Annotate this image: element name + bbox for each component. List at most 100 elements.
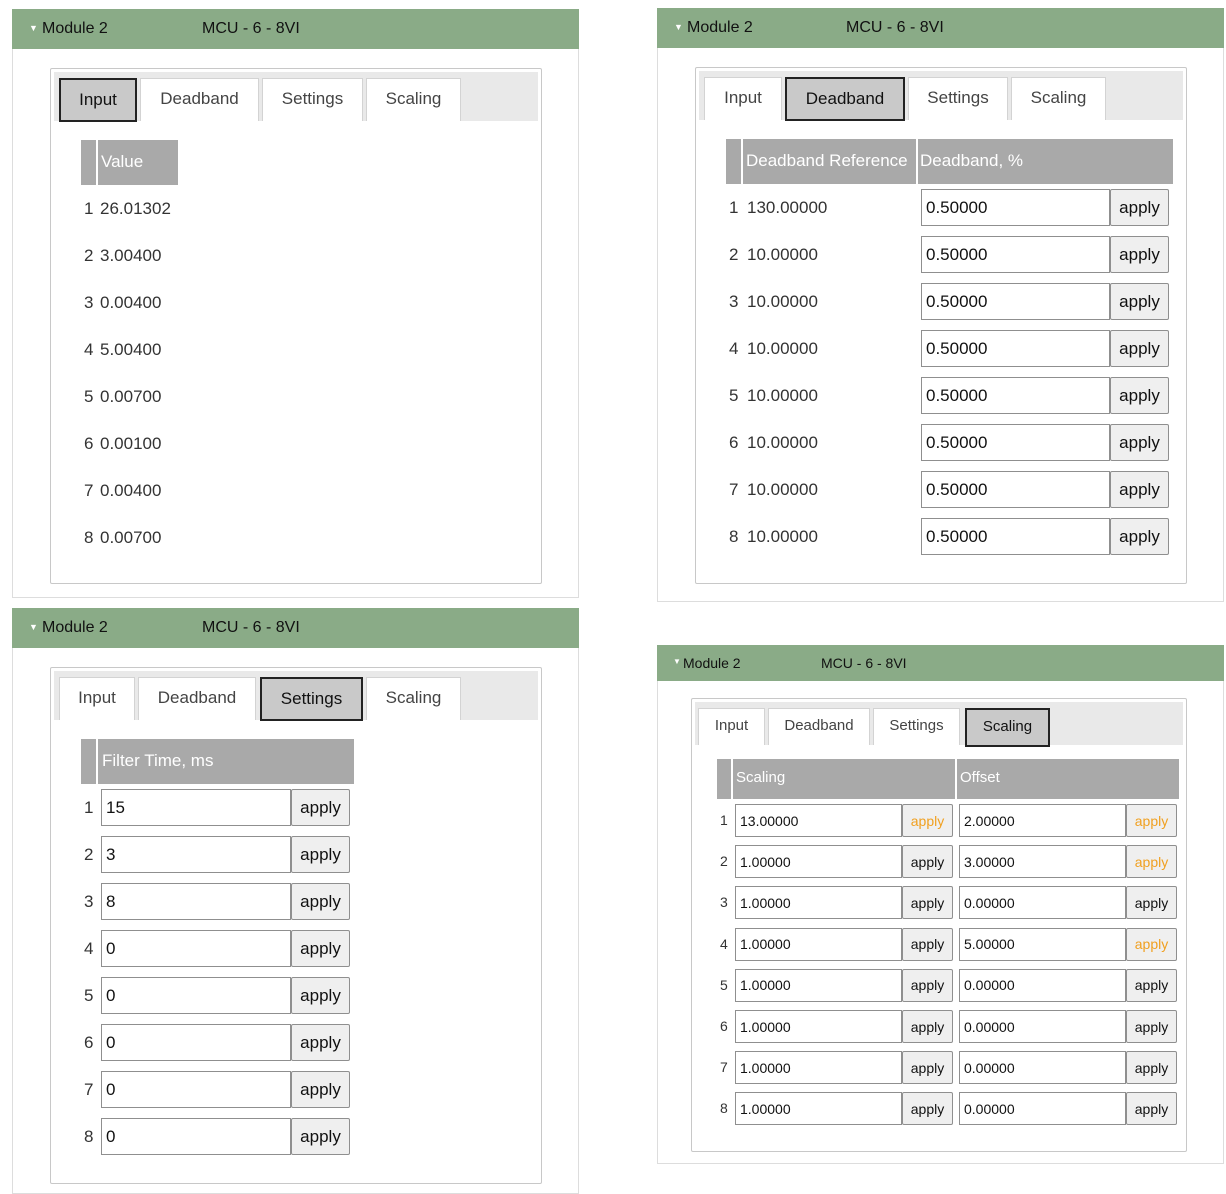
deadband-apply-button[interactable]: apply xyxy=(1110,330,1169,367)
deadband-percent-field[interactable] xyxy=(921,236,1110,273)
collapse-caret-icon[interactable]: ▼ xyxy=(29,622,38,632)
tab-deadband[interactable]: Deadband xyxy=(785,77,905,121)
deadband-reference-value: 10.00000 xyxy=(747,433,818,452)
tab-input[interactable]: Input xyxy=(698,708,765,745)
tab-scaling[interactable]: Scaling xyxy=(366,78,461,121)
tab-scaling[interactable]: Scaling xyxy=(965,708,1050,747)
scaling-apply-button[interactable]: apply xyxy=(902,1010,953,1043)
row-number: 1 xyxy=(84,199,94,218)
offset-apply-button[interactable]: apply xyxy=(1126,1051,1177,1085)
filter-time-apply-button[interactable]: apply xyxy=(291,1118,350,1155)
filter-time-apply-button[interactable]: apply xyxy=(291,1024,350,1061)
collapse-caret-icon[interactable]: ▼ xyxy=(673,657,681,666)
filter-time-field[interactable] xyxy=(101,1118,291,1155)
tab-input[interactable]: Input xyxy=(59,677,135,720)
module-settings-view: ▼ Module 2 MCU - 6 - 8VI Input Deadband … xyxy=(12,608,579,1194)
filter-time-apply-button[interactable]: apply xyxy=(291,836,350,873)
scaling-apply-button[interactable]: apply xyxy=(902,968,953,1002)
filter-time-field[interactable] xyxy=(101,930,291,967)
row-number: 2 xyxy=(729,245,739,264)
module-name: Module 2 xyxy=(42,619,108,636)
filter-time-apply-button[interactable]: apply xyxy=(291,977,350,1014)
module-header[interactable]: ▼ Module 2 MCU - 6 - 8VI xyxy=(657,645,1224,681)
offset-apply-button[interactable]: apply xyxy=(1126,927,1177,961)
deadband-apply-button[interactable]: apply xyxy=(1110,471,1169,508)
scaling-apply-button[interactable]: apply xyxy=(902,845,953,879)
offset-field[interactable] xyxy=(959,968,1126,1002)
collapse-caret-icon[interactable]: ▼ xyxy=(674,22,683,32)
offset-field[interactable] xyxy=(959,1092,1126,1126)
deadband-reference-header: Deadband Reference xyxy=(743,139,916,184)
scaling-field[interactable] xyxy=(735,1010,902,1043)
tab-deadband[interactable]: Deadband xyxy=(138,677,256,720)
deadband-apply-button[interactable]: apply xyxy=(1110,236,1169,273)
scaling-field[interactable] xyxy=(735,804,902,837)
scaling-field[interactable] xyxy=(735,968,902,1002)
offset-field[interactable] xyxy=(959,804,1126,837)
offset-apply-button[interactable]: apply xyxy=(1126,886,1177,920)
filter-time-field[interactable] xyxy=(101,977,291,1014)
filter-time-apply-button[interactable]: apply xyxy=(291,930,350,967)
scaling-field[interactable] xyxy=(735,1092,902,1126)
tab-settings[interactable]: Settings xyxy=(908,77,1008,120)
scaling-apply-button[interactable]: apply xyxy=(902,886,953,920)
offset-field[interactable] xyxy=(959,1010,1126,1043)
tab-scaling[interactable]: Scaling xyxy=(366,677,461,720)
filter-time-apply-button[interactable]: apply xyxy=(291,883,350,920)
tab-input[interactable]: Input xyxy=(704,77,782,120)
scaling-apply-button[interactable]: apply xyxy=(902,927,953,961)
row-number-header xyxy=(81,739,96,784)
row-number: 8 xyxy=(729,527,739,546)
deadband-percent-field[interactable] xyxy=(921,330,1110,367)
deadband-percent-field[interactable] xyxy=(921,471,1110,508)
module-header[interactable]: ▼ Module 2 MCU - 6 - 8VI xyxy=(12,9,579,49)
scaling-field[interactable] xyxy=(735,1051,902,1085)
filter-time-apply-button[interactable]: apply xyxy=(291,1071,350,1108)
filter-time-field[interactable] xyxy=(101,1024,291,1061)
deadband-reference-value: 10.00000 xyxy=(747,245,818,264)
scaling-apply-button[interactable]: apply xyxy=(902,1051,953,1085)
scaling-apply-button[interactable]: apply xyxy=(902,804,953,837)
module-header[interactable]: ▼ Module 2 MCU - 6 - 8VI xyxy=(12,608,579,648)
row-number: 4 xyxy=(720,935,728,952)
offset-field[interactable] xyxy=(959,927,1126,961)
offset-apply-button[interactable]: apply xyxy=(1126,804,1177,837)
offset-apply-button[interactable]: apply xyxy=(1126,845,1177,879)
tab-input[interactable]: Input xyxy=(59,78,137,122)
filter-time-field[interactable] xyxy=(101,789,291,826)
deadband-percent-field[interactable] xyxy=(921,283,1110,320)
tab-scaling[interactable]: Scaling xyxy=(1011,77,1106,120)
deadband-apply-button[interactable]: apply xyxy=(1110,283,1169,320)
filter-time-field[interactable] xyxy=(101,836,291,873)
scaling-field[interactable] xyxy=(735,927,902,961)
deadband-apply-button[interactable]: apply xyxy=(1110,518,1169,555)
deadband-apply-button[interactable]: apply xyxy=(1110,424,1169,461)
collapse-caret-icon[interactable]: ▼ xyxy=(29,23,38,33)
offset-field[interactable] xyxy=(959,845,1126,879)
offset-apply-button[interactable]: apply xyxy=(1126,1010,1177,1043)
scaling-field[interactable] xyxy=(735,845,902,879)
deadband-percent-field[interactable] xyxy=(921,189,1110,226)
scaling-apply-button[interactable]: apply xyxy=(902,1092,953,1126)
scaling-field[interactable] xyxy=(735,886,902,920)
filter-time-apply-button[interactable]: apply xyxy=(291,789,350,826)
module-type: MCU - 6 - 8VI xyxy=(202,619,300,636)
deadband-percent-field[interactable] xyxy=(921,518,1110,555)
row-number: 3 xyxy=(720,894,728,911)
offset-field[interactable] xyxy=(959,1051,1126,1085)
deadband-percent-field[interactable] xyxy=(921,377,1110,414)
deadband-percent-field[interactable] xyxy=(921,424,1110,461)
tab-deadband[interactable]: Deadband xyxy=(768,708,870,745)
filter-time-field[interactable] xyxy=(101,1071,291,1108)
offset-apply-button[interactable]: apply xyxy=(1126,968,1177,1002)
deadband-apply-button[interactable]: apply xyxy=(1110,189,1169,226)
tab-settings[interactable]: Settings xyxy=(873,708,960,745)
module-header[interactable]: ▼ Module 2 MCU - 6 - 8VI xyxy=(657,8,1224,48)
filter-time-field[interactable] xyxy=(101,883,291,920)
tab-settings[interactable]: Settings xyxy=(262,78,363,121)
deadband-apply-button[interactable]: apply xyxy=(1110,377,1169,414)
offset-field[interactable] xyxy=(959,886,1126,920)
tab-settings[interactable]: Settings xyxy=(260,677,363,721)
tab-deadband[interactable]: Deadband xyxy=(140,78,259,121)
offset-apply-button[interactable]: apply xyxy=(1126,1092,1177,1126)
